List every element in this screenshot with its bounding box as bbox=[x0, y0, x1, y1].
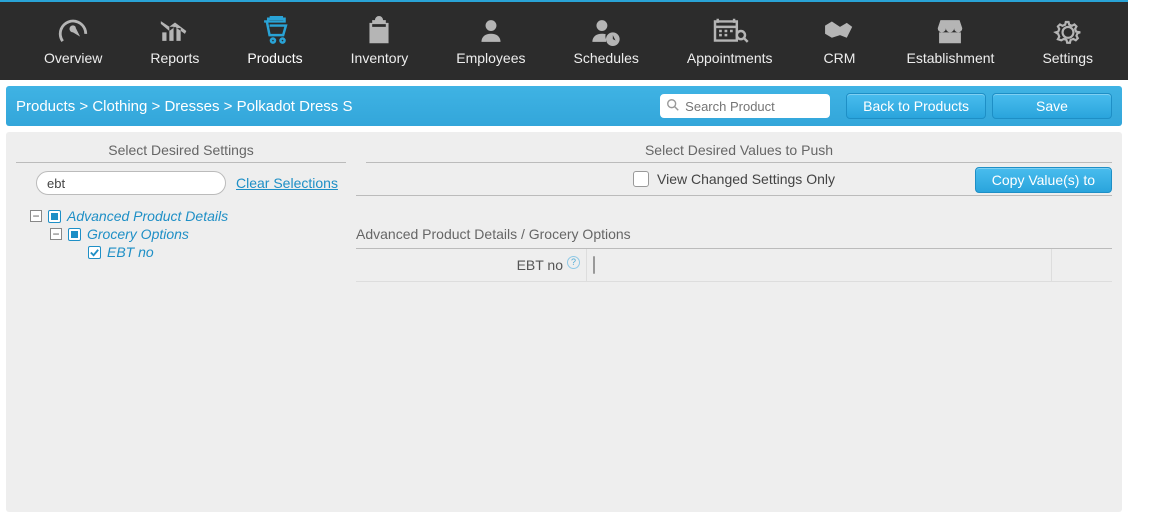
person-clock-icon bbox=[589, 16, 623, 46]
settings-tree-pane: Select Desired Settings Clear Selections… bbox=[6, 132, 356, 512]
clipboard-icon bbox=[362, 16, 396, 46]
nav-employees[interactable]: Employees bbox=[432, 2, 549, 80]
nav-label: Products bbox=[247, 50, 302, 66]
settings-tree: − Advanced Product Details − Grocery Opt… bbox=[6, 203, 356, 261]
nav-label: Schedules bbox=[574, 50, 639, 66]
nav-label: Reports bbox=[150, 50, 199, 66]
values-pane: Select Desired Values to Push View Chang… bbox=[356, 132, 1122, 512]
chart-up-icon bbox=[158, 16, 192, 46]
storefront-icon bbox=[933, 16, 967, 46]
breadcrumb-part[interactable]: Products bbox=[16, 98, 75, 115]
clear-selections-link[interactable]: Clear Selections bbox=[236, 175, 338, 191]
calendar-search-icon bbox=[710, 16, 750, 46]
view-changed-only-checkbox[interactable] bbox=[633, 171, 649, 187]
field-label: EBT no bbox=[517, 257, 563, 273]
blue-action-bar: Products > Clothing > Dresses > Polkadot… bbox=[6, 86, 1122, 126]
left-pane-title: Select Desired Settings bbox=[16, 142, 346, 163]
breadcrumb-sep: > bbox=[224, 98, 237, 115]
tree-checkbox[interactable] bbox=[68, 228, 81, 241]
copy-values-button[interactable]: Copy Value(s) to bbox=[975, 167, 1112, 193]
collapse-icon[interactable]: − bbox=[30, 210, 42, 222]
search-input[interactable] bbox=[660, 94, 830, 118]
settings-filter-input[interactable] bbox=[36, 171, 226, 195]
tree-label[interactable]: Grocery Options bbox=[87, 226, 189, 242]
nav-label: Appointments bbox=[687, 50, 773, 66]
tree-node-grocery-options[interactable]: − Grocery Options bbox=[30, 225, 346, 243]
tree-label[interactable]: Advanced Product Details bbox=[67, 208, 228, 224]
breadcrumb-part: Polkadot Dress S bbox=[237, 98, 353, 115]
nav-schedules[interactable]: Schedules bbox=[550, 2, 663, 80]
nav-establishment[interactable]: Establishment bbox=[883, 2, 1019, 80]
breadcrumb-part[interactable]: Dresses bbox=[164, 98, 219, 115]
tree-checkbox[interactable] bbox=[88, 246, 101, 259]
nav-label: Employees bbox=[456, 50, 525, 66]
nav-label: Overview bbox=[44, 50, 102, 66]
nav-appointments[interactable]: Appointments bbox=[663, 2, 797, 80]
gear-icon bbox=[1051, 16, 1085, 46]
tree-node-ebt-no[interactable]: EBT no bbox=[30, 243, 346, 261]
nav-label: Inventory bbox=[351, 50, 409, 66]
handshake-icon bbox=[821, 16, 859, 46]
search-wrap bbox=[660, 94, 830, 118]
tree-node-advanced-product-details[interactable]: − Advanced Product Details bbox=[30, 207, 346, 225]
top-nav: Overview Reports Products Inventory Empl… bbox=[0, 0, 1128, 80]
breadcrumb-sep: > bbox=[152, 98, 165, 115]
help-icon[interactable]: ? bbox=[567, 256, 580, 269]
breadcrumb[interactable]: Products > Clothing > Dresses > Polkadot… bbox=[16, 98, 660, 115]
nav-label: Settings bbox=[1042, 50, 1093, 66]
tree-label[interactable]: EBT no bbox=[107, 244, 154, 260]
breadcrumb-sep: > bbox=[79, 98, 92, 115]
ebt-no-checkbox[interactable] bbox=[593, 256, 595, 274]
nav-settings[interactable]: Settings bbox=[1018, 2, 1117, 80]
nav-crm[interactable]: CRM bbox=[797, 2, 883, 80]
tree-checkbox[interactable] bbox=[48, 210, 61, 223]
field-row-ebt-no: EBT no ? bbox=[356, 249, 1112, 282]
person-icon bbox=[474, 16, 508, 46]
search-icon bbox=[666, 98, 680, 112]
collapse-icon[interactable]: − bbox=[50, 228, 62, 240]
nav-label: Establishment bbox=[907, 50, 995, 66]
right-pane-title: Select Desired Values to Push bbox=[366, 142, 1112, 163]
nav-products[interactable]: Products bbox=[223, 2, 326, 80]
gauge-icon bbox=[56, 16, 90, 46]
nav-label: CRM bbox=[824, 50, 856, 66]
nav-inventory[interactable]: Inventory bbox=[327, 2, 433, 80]
nav-reports[interactable]: Reports bbox=[126, 2, 223, 80]
settings-panel: Select Desired Settings Clear Selections… bbox=[6, 132, 1122, 512]
nav-overview[interactable]: Overview bbox=[20, 2, 126, 80]
view-changed-only-label: View Changed Settings Only bbox=[657, 171, 835, 187]
back-to-products-button[interactable]: Back to Products bbox=[846, 93, 986, 119]
breadcrumb-part[interactable]: Clothing bbox=[92, 98, 147, 115]
cart-icon bbox=[258, 16, 292, 46]
section-subheader: Advanced Product Details / Grocery Optio… bbox=[356, 226, 1112, 249]
save-button[interactable]: Save bbox=[992, 93, 1112, 119]
